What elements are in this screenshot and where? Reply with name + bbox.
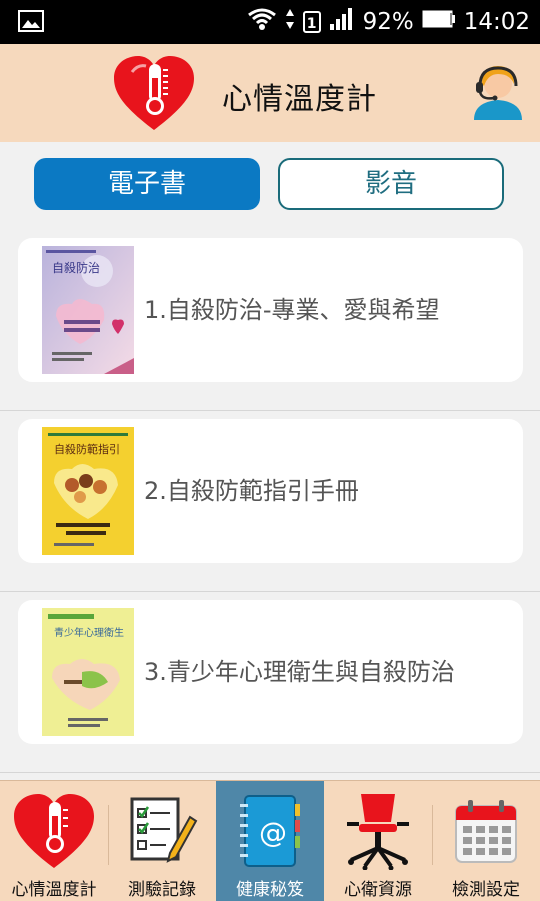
page-title: 心情溫度計 [222, 82, 377, 117]
heart-thermometer-icon [0, 789, 108, 873]
nav-label: 健康秘笈 [236, 880, 304, 900]
checklist-pencil-icon [108, 789, 216, 873]
nav-label: 心情溫度計 [11, 880, 97, 900]
status-bar: 1 92% 14:02 [0, 0, 540, 44]
list-item[interactable]: 自殺防範指引 2.自殺防範指引手冊 [0, 411, 540, 592]
ebook-title: 1.自殺防治-專業、愛與希望 [144, 296, 440, 324]
tab-ebook[interactable]: 電子書 [34, 158, 260, 210]
ebook-card[interactable]: 自殺防治 1.自殺防治-專業、愛與希望 [18, 238, 523, 382]
address-book-icon: @ [216, 789, 324, 873]
nav-label: 心衛資源 [344, 880, 412, 900]
clock: 14:02 [463, 9, 530, 35]
svg-text:@: @ [259, 816, 287, 849]
tab-video[interactable]: 影音 [278, 158, 504, 210]
content-tabs: 電子書 影音 [34, 158, 506, 212]
ebook-title: 3.青少年心理衛生與自殺防治 [144, 658, 455, 686]
sim-card-icon: 1 [302, 11, 321, 33]
wifi-icon [247, 7, 277, 37]
nav-item-mood-thermometer[interactable]: 心情溫度計 [0, 781, 108, 901]
nav-item-health-tips[interactable]: @ 健康秘笈 [216, 781, 324, 901]
heart-thermometer-icon [112, 54, 196, 136]
bottom-navigation: 心情溫度計 測驗記錄 @ 健康秘笈 心衛資源 檢測設定 [0, 780, 540, 901]
list-item[interactable]: 自殺防治 1.自殺防治-專業、愛與希望 [0, 230, 540, 411]
nav-item-mental-health-resources[interactable]: 心衛資源 [324, 781, 432, 901]
cover-title: 自殺防範指引 [54, 442, 120, 456]
nav-item-test-records[interactable]: 測驗記錄 [108, 781, 216, 901]
ebook-card[interactable]: 自殺防範指引 2.自殺防範指引手冊 [18, 419, 523, 563]
signal-icon [329, 7, 355, 37]
nav-label: 測驗記錄 [128, 880, 196, 900]
cover-title: 青少年心理衛生 [54, 626, 124, 639]
battery-icon [422, 9, 456, 35]
gallery-icon [18, 10, 44, 36]
cover-title: 自殺防治 [52, 260, 100, 275]
app-header: 心情溫度計 [0, 44, 540, 142]
office-chair-icon [324, 789, 432, 873]
ebook-list: 自殺防治 1.自殺防治-專業、愛與希望 自殺防範指引 2.自殺防範指引手冊 青少… [0, 230, 540, 773]
book-cover-image: 青少年心理衛生 [42, 608, 134, 736]
book-cover-image: 自殺防治 [42, 246, 134, 374]
customer-support-icon[interactable] [470, 62, 526, 124]
battery-percent: 92% [362, 9, 414, 35]
book-cover-image: 自殺防範指引 [42, 427, 134, 555]
ebook-card[interactable]: 青少年心理衛生 3.青少年心理衛生與自殺防治 [18, 600, 523, 744]
nav-label: 檢測設定 [452, 880, 520, 900]
list-item[interactable]: 青少年心理衛生 3.青少年心理衛生與自殺防治 [0, 592, 540, 773]
nav-item-test-settings[interactable]: 檢測設定 [432, 781, 540, 901]
ebook-title: 2.自殺防範指引手冊 [144, 477, 359, 505]
calendar-icon [432, 789, 540, 873]
data-arrows-icon [285, 7, 295, 37]
